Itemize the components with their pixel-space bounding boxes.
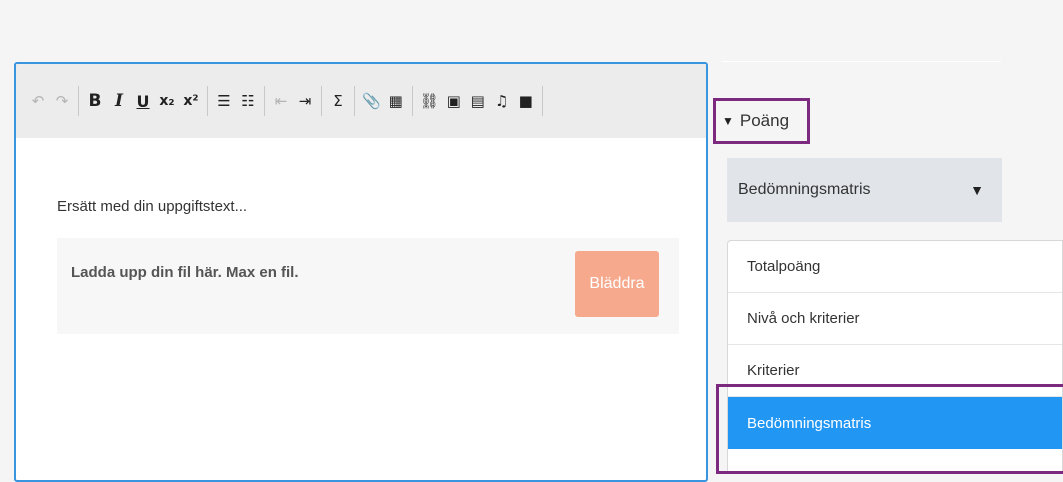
bullet-list-icon[interactable]: ☷ [239,90,257,112]
grading-type-select[interactable]: Bedömningsmatris ▼ [727,158,1002,222]
image-icon[interactable]: ▣ [445,90,463,112]
superscript-button[interactable]: x² [182,90,200,112]
dropzone-text: Ladda upp din fil här. Max en fil. [71,264,299,281]
toolbar-separator [354,86,355,116]
panel-divider [722,61,1001,62]
sigma-icon[interactable]: Σ [329,90,347,112]
toolbar-separator [78,86,79,116]
toolbar-separator [264,86,265,116]
toolbar-separator [541,86,543,116]
toolbar-separator [321,86,322,116]
attachment-icon[interactable]: 📎 [362,90,381,112]
toolbar-separator [207,86,208,116]
indent-icon[interactable]: ⇥ [296,90,314,112]
browse-button[interactable]: Bläddra [575,251,659,317]
file-dropzone[interactable]: Ladda upp din fil här. Max en fil. Blädd… [57,238,679,334]
outdent-icon[interactable]: ⇤ [272,90,290,112]
grading-type-options: Totalpoäng Nivå och kriterier Kriterier Bed… [727,240,1063,474]
italic-button[interactable]: I [110,90,128,112]
points-section-label: Poäng [739,111,790,130]
video-icon[interactable]: ■ [517,90,535,112]
pdf-icon[interactable]: ▤ [469,90,487,112]
toolbar-separator [411,86,413,116]
caret-down-icon: ▼ [970,182,984,198]
table-icon[interactable]: ▦ [387,90,405,112]
option-item[interactable]: Nivå och kriterier [728,293,1062,345]
option-item[interactable]: Kriterier [728,345,1062,397]
select-value: Bedömningsmatris [738,181,871,198]
points-section-toggle[interactable]: ▼ Poäng [713,98,810,144]
undo-icon[interactable]: ↶ [29,90,47,112]
redo-icon[interactable]: ↷ [53,90,71,112]
option-item[interactable]: Totalpoäng [728,241,1062,293]
editor-placeholder[interactable]: Ersätt med din uppgiftstext... [57,198,247,215]
bold-button[interactable]: B [86,90,104,112]
editor-body[interactable]: Ersätt med din uppgiftstext... Ladda upp… [16,138,706,478]
ordered-list-icon[interactable]: ☰ [215,90,233,112]
chevron-down-icon: ▼ [722,114,734,128]
subscript-button[interactable]: x₂ [158,90,176,112]
editor-toolbar: ↶ ↷ B I Ux₂ x² ☰ ☷ ⇤ ⇥ Σ 📎 ▦ ⛓ ▣ ▤ ♫ ■ [16,64,706,138]
option-item[interactable]: Bedömningsmatris [728,397,1062,449]
audio-icon[interactable]: ♫ [493,90,511,112]
text-editor: ↶ ↷ B I Ux₂ x² ☰ ☷ ⇤ ⇥ Σ 📎 ▦ ⛓ ▣ ▤ ♫ ■ Ersätt med din upp… [14,62,708,482]
link-icon[interactable]: ⛓ [420,90,439,112]
underline-button[interactable]: U [134,90,152,112]
